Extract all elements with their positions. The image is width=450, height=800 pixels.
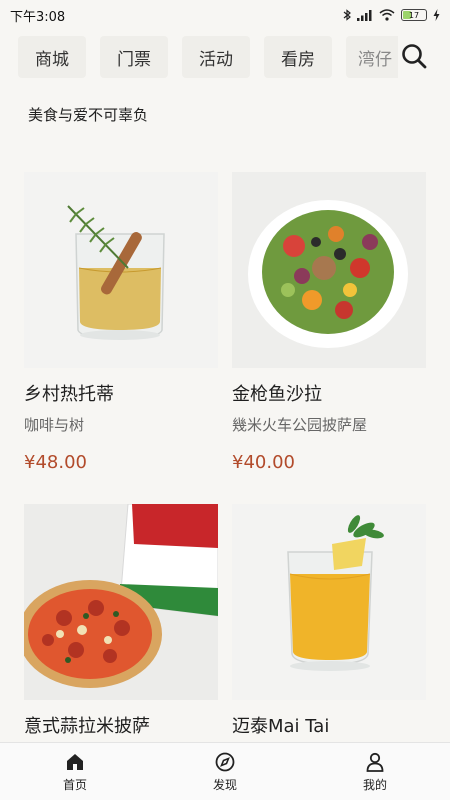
product-price: ¥40.00 [232, 452, 295, 473]
tab-label: 门票 [117, 49, 151, 70]
product-grid: 乡村热托蒂 咖啡与树 ¥48.00 金枪鱼沙拉 幾米火车公园披萨屋 ¥40.00… [24, 172, 426, 738]
home-icon [67, 753, 83, 770]
product-image-salad [232, 172, 426, 368]
nav-label: 发现 [212, 777, 237, 792]
signal-icon [357, 10, 372, 21]
product-name: 金枪鱼沙拉 [232, 384, 322, 405]
nav-label: 首页 [62, 777, 87, 792]
tab-label: 商城 [35, 49, 69, 70]
tab-label: 活动 [199, 49, 233, 70]
nav-profile[interactable]: 我的 [335, 751, 415, 793]
product-name: 意式蒜拉米披萨 [24, 716, 150, 737]
battery-level: 17 [408, 10, 420, 20]
product-image-cocktail [232, 504, 426, 700]
status-bar: 下午3:08 17 [0, 0, 450, 30]
product-card[interactable]: 迈泰Mai Tai [232, 504, 426, 738]
product-price: ¥48.00 [24, 452, 87, 473]
nav-label: 我的 [362, 777, 387, 792]
compass-icon [215, 752, 235, 771]
product-image-drink [24, 172, 218, 368]
status-time: 下午3:08 [10, 9, 66, 25]
category-tabs: 商城 门票 活动 看房 湾仔 [18, 36, 398, 82]
wifi-icon [379, 9, 395, 21]
tab-housing[interactable]: 看房 [264, 36, 332, 78]
section-title: 美食与爱不可辜负 [28, 106, 149, 124]
product-image-pizza [24, 504, 218, 700]
tab-tickets[interactable]: 门票 [100, 36, 168, 78]
tab-wanzai[interactable]: 湾仔 [346, 36, 398, 78]
tab-events[interactable]: 活动 [182, 36, 250, 78]
tab-label: 湾仔 [358, 49, 392, 70]
product-shop: 幾米火车公园披萨屋 [232, 416, 368, 434]
nav-home[interactable]: 首页 [35, 751, 115, 793]
product-shop: 咖啡与树 [24, 416, 85, 434]
user-icon [366, 752, 384, 772]
product-name: 迈泰Mai Tai [232, 716, 330, 737]
status-icons: 17 [343, 9, 440, 21]
product-name: 乡村热托蒂 [24, 384, 114, 405]
product-card[interactable]: 乡村热托蒂 咖啡与树 ¥48.00 [24, 172, 218, 478]
product-card[interactable]: 金枪鱼沙拉 幾米火车公园披萨屋 ¥40.00 [232, 172, 426, 478]
product-card[interactable]: 意式蒜拉米披萨 [24, 504, 218, 738]
nav-discover[interactable]: 发现 [185, 751, 265, 793]
battery-icon: 17 [401, 9, 427, 21]
bottom-nav: 首页 发现 我的 [0, 742, 450, 800]
tab-label: 看房 [281, 49, 315, 70]
search-icon[interactable] [400, 42, 428, 70]
tab-mall[interactable]: 商城 [18, 36, 86, 78]
bluetooth-icon [343, 9, 351, 21]
charging-icon [433, 9, 440, 21]
